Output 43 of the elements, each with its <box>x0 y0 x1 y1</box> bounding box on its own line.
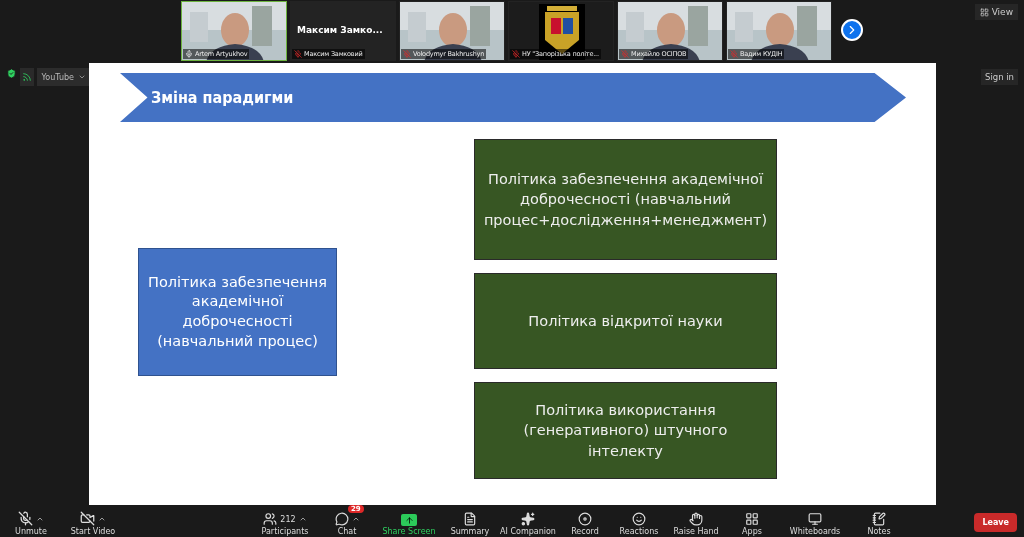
shield-check-icon <box>6 68 17 79</box>
caret-icon <box>298 515 307 523</box>
apps-button[interactable]: Apps <box>720 505 784 537</box>
people-icon <box>263 512 278 526</box>
stream-dropdown[interactable]: YouTube <box>37 68 89 86</box>
sign-in-button[interactable]: Sign in <box>981 69 1018 85</box>
hand-button[interactable]: Raise Hand <box>672 505 720 537</box>
caret-icon <box>351 515 360 523</box>
muted-mic-icon <box>18 511 33 526</box>
slide-title: Зміна парадигми <box>151 88 294 107</box>
whiteboards-button[interactable]: Whiteboards <box>784 505 846 537</box>
policy-box: Політика відкритої науки <box>474 273 777 369</box>
record-button[interactable]: Record <box>564 505 606 537</box>
leave-button[interactable]: Leave <box>974 513 1017 532</box>
apps-icon <box>745 512 759 526</box>
camera-off-icon <box>80 511 95 526</box>
smiley-icon <box>632 512 646 526</box>
policy-box: Політика забезпечення академічної доброчесності (навчальний процес) <box>138 248 337 376</box>
unmute-button[interactable]: Unmute <box>10 505 52 537</box>
view-button[interactable]: View <box>974 4 1018 20</box>
policy-box: Політика використання (генеративного) штучного інтелекту <box>474 382 777 479</box>
feed-icon <box>22 72 33 82</box>
chat-bubble-icon <box>334 512 349 526</box>
record-icon <box>578 512 592 526</box>
start-video-button[interactable]: Start Video <box>52 505 134 537</box>
summary-button[interactable]: Summary <box>448 505 492 537</box>
next-page-button[interactable] <box>841 19 863 41</box>
grid-icon <box>979 7 989 17</box>
ai-button[interactable]: AI Companion <box>492 505 564 537</box>
participants-button[interactable]: 212 Participants <box>246 505 324 537</box>
caret-icon <box>78 73 86 81</box>
hand-icon <box>689 512 703 526</box>
notes-button[interactable]: Notes <box>846 505 912 537</box>
document-icon <box>463 512 477 526</box>
monitor-icon <box>808 512 822 526</box>
notepad-icon <box>872 512 886 526</box>
feed-button[interactable] <box>20 68 35 86</box>
policy-box: Політика забезпечення академічної доброчесності (навчальний процес+дослідження+менеджмент) <box>474 139 777 260</box>
share-screen-button[interactable]: Share Screen <box>370 505 448 537</box>
sparkle-icon <box>521 512 535 526</box>
participant-name: Максим Замко... <box>297 25 383 35</box>
reactions-button[interactable]: Reactions <box>606 505 672 537</box>
participant-count: 212 <box>280 514 296 524</box>
